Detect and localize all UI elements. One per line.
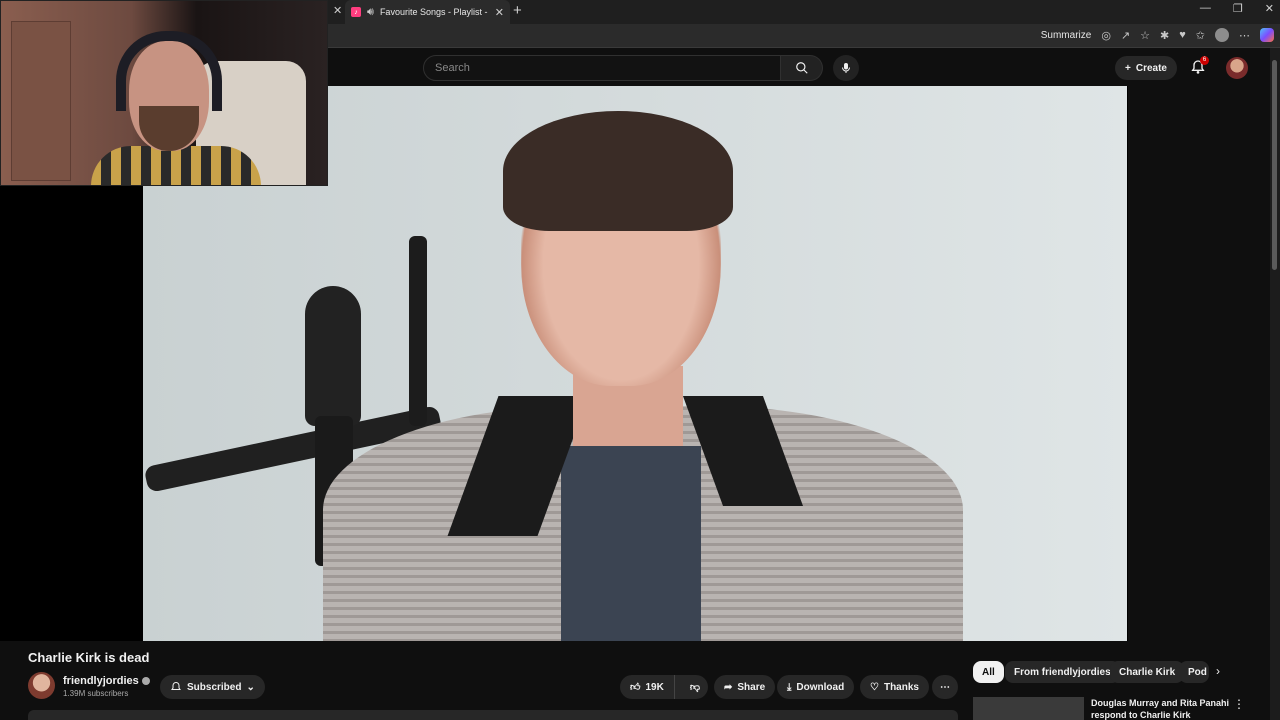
- tab-title: Favourite Songs - Playlist - A: [379, 7, 489, 17]
- thanks-heart-icon: ♡: [870, 681, 879, 693]
- channel-name: friendlyjordies: [63, 675, 139, 687]
- speaker-icon[interactable]: 🔊︎: [367, 6, 374, 19]
- voice-search-button[interactable]: [833, 55, 859, 81]
- more-vertical-icon[interactable]: ⋮: [1233, 697, 1245, 711]
- recommendation-title[interactable]: Douglas Murray and Rita Panahi respond t…: [1091, 697, 1231, 720]
- search-input[interactable]: Search: [423, 55, 781, 81]
- toolbar-actions: Summarize ◎ ↗ ☆ ✱ ♥ ✩ ⋯: [1041, 28, 1274, 42]
- bell-icon: [171, 681, 181, 690]
- subscribed-button[interactable]: Subscribed ⌄: [160, 675, 265, 699]
- summarize-button[interactable]: Summarize: [1041, 30, 1092, 41]
- share-arrow-icon: ➦: [724, 681, 733, 693]
- microphone-icon: [842, 63, 850, 73]
- subscriber-count: 1.39M subscribers: [63, 689, 129, 698]
- chip-charlie-kirk[interactable]: Charlie Kirk: [1110, 661, 1185, 683]
- copilot-icon[interactable]: [1260, 28, 1274, 42]
- verified-badge-icon: [141, 677, 150, 685]
- minimize-icon[interactable]: —: [1200, 2, 1211, 15]
- webcam-shirt-graphic: [91, 146, 261, 185]
- browser-profile-icon[interactable]: [1215, 28, 1229, 42]
- thanks-label: Thanks: [883, 681, 919, 693]
- recommendation-thumbnail[interactable]: [973, 697, 1084, 720]
- plus-icon: +: [1125, 62, 1131, 74]
- more-horizontal-icon: ⋯: [940, 681, 950, 693]
- subscribed-label: Subscribed: [187, 681, 242, 693]
- chevron-right-icon[interactable]: ›: [1216, 664, 1220, 678]
- thanks-button[interactable]: ♡ Thanks: [860, 675, 929, 699]
- like-button[interactable]: 👍︎ 19K: [620, 675, 675, 699]
- webcam-overlay: [0, 0, 328, 186]
- favorites-icon[interactable]: ✩: [1196, 29, 1205, 42]
- previous-tab-close-icon[interactable]: ✕: [333, 4, 342, 17]
- description-box[interactable]: [28, 710, 958, 720]
- create-label: Create: [1135, 62, 1167, 74]
- channel-avatar[interactable]: [28, 672, 55, 699]
- tab-close-icon[interactable]: ✕: [495, 6, 504, 19]
- microphone-graphic: [305, 286, 361, 426]
- like-dislike-group: 👍︎ 19K 👎︎: [620, 675, 708, 699]
- search-placeholder: Search: [435, 62, 470, 74]
- chip-podcasts[interactable]: Pod: [1179, 661, 1209, 683]
- chip-from-channel[interactable]: From friendlyjordies: [1005, 661, 1120, 683]
- mic-pole-graphic: [409, 236, 427, 426]
- browser-essentials-icon[interactable]: ♥: [1179, 29, 1186, 41]
- chip-all[interactable]: All: [973, 661, 1004, 683]
- share-label: Share: [737, 681, 766, 693]
- screen: ✕ ♪ 🔊︎ Favourite Songs - Playlist - A ✕ …: [0, 0, 1280, 720]
- bookmark-star-icon[interactable]: ☆: [1140, 29, 1150, 42]
- browser-tab[interactable]: ♪ 🔊︎ Favourite Songs - Playlist - A ✕: [345, 0, 510, 24]
- window-close-icon[interactable]: ✕: [1265, 2, 1274, 15]
- notification-count-badge: 6: [1200, 56, 1209, 65]
- like-count: 19K: [645, 681, 664, 693]
- extensions-icon[interactable]: ✱: [1160, 29, 1169, 42]
- create-button[interactable]: + Create: [1115, 56, 1177, 80]
- music-favicon-icon: ♪: [351, 7, 361, 17]
- video-title: Charlie Kirk is dead: [28, 650, 150, 665]
- new-tab-icon[interactable]: +: [513, 2, 522, 19]
- search-button[interactable]: [781, 55, 823, 81]
- webcam-door-graphic: [11, 21, 71, 181]
- channel-name-link[interactable]: friendlyjordies: [63, 675, 150, 687]
- download-label: Download: [796, 681, 845, 693]
- browser-menu-icon[interactable]: ⋯: [1239, 29, 1250, 42]
- download-icon: ⤓: [787, 681, 792, 693]
- dislike-button[interactable]: 👎︎: [680, 675, 710, 699]
- share-button[interactable]: ➦ Share: [714, 675, 776, 699]
- chevron-down-icon: ⌄: [246, 681, 255, 693]
- restore-icon[interactable]: ❐: [1233, 2, 1243, 15]
- presenter-shirt-graphic: [561, 446, 701, 641]
- scrollbar-thumb[interactable]: [1272, 60, 1277, 270]
- download-button[interactable]: ⤓ Download: [777, 675, 855, 699]
- thumbs-down-icon: 👎︎: [689, 682, 700, 693]
- more-actions-button[interactable]: ⋯: [932, 675, 958, 699]
- search-icon: [795, 62, 808, 74]
- presenter-hair-graphic: [503, 111, 733, 231]
- thumbs-up-icon: 👍︎: [630, 682, 641, 693]
- window-controls: — ❐ ✕: [1200, 2, 1274, 15]
- account-avatar[interactable]: [1226, 57, 1248, 79]
- open-external-icon[interactable]: ↗: [1121, 29, 1130, 42]
- summarize-icon[interactable]: ◎: [1101, 29, 1111, 42]
